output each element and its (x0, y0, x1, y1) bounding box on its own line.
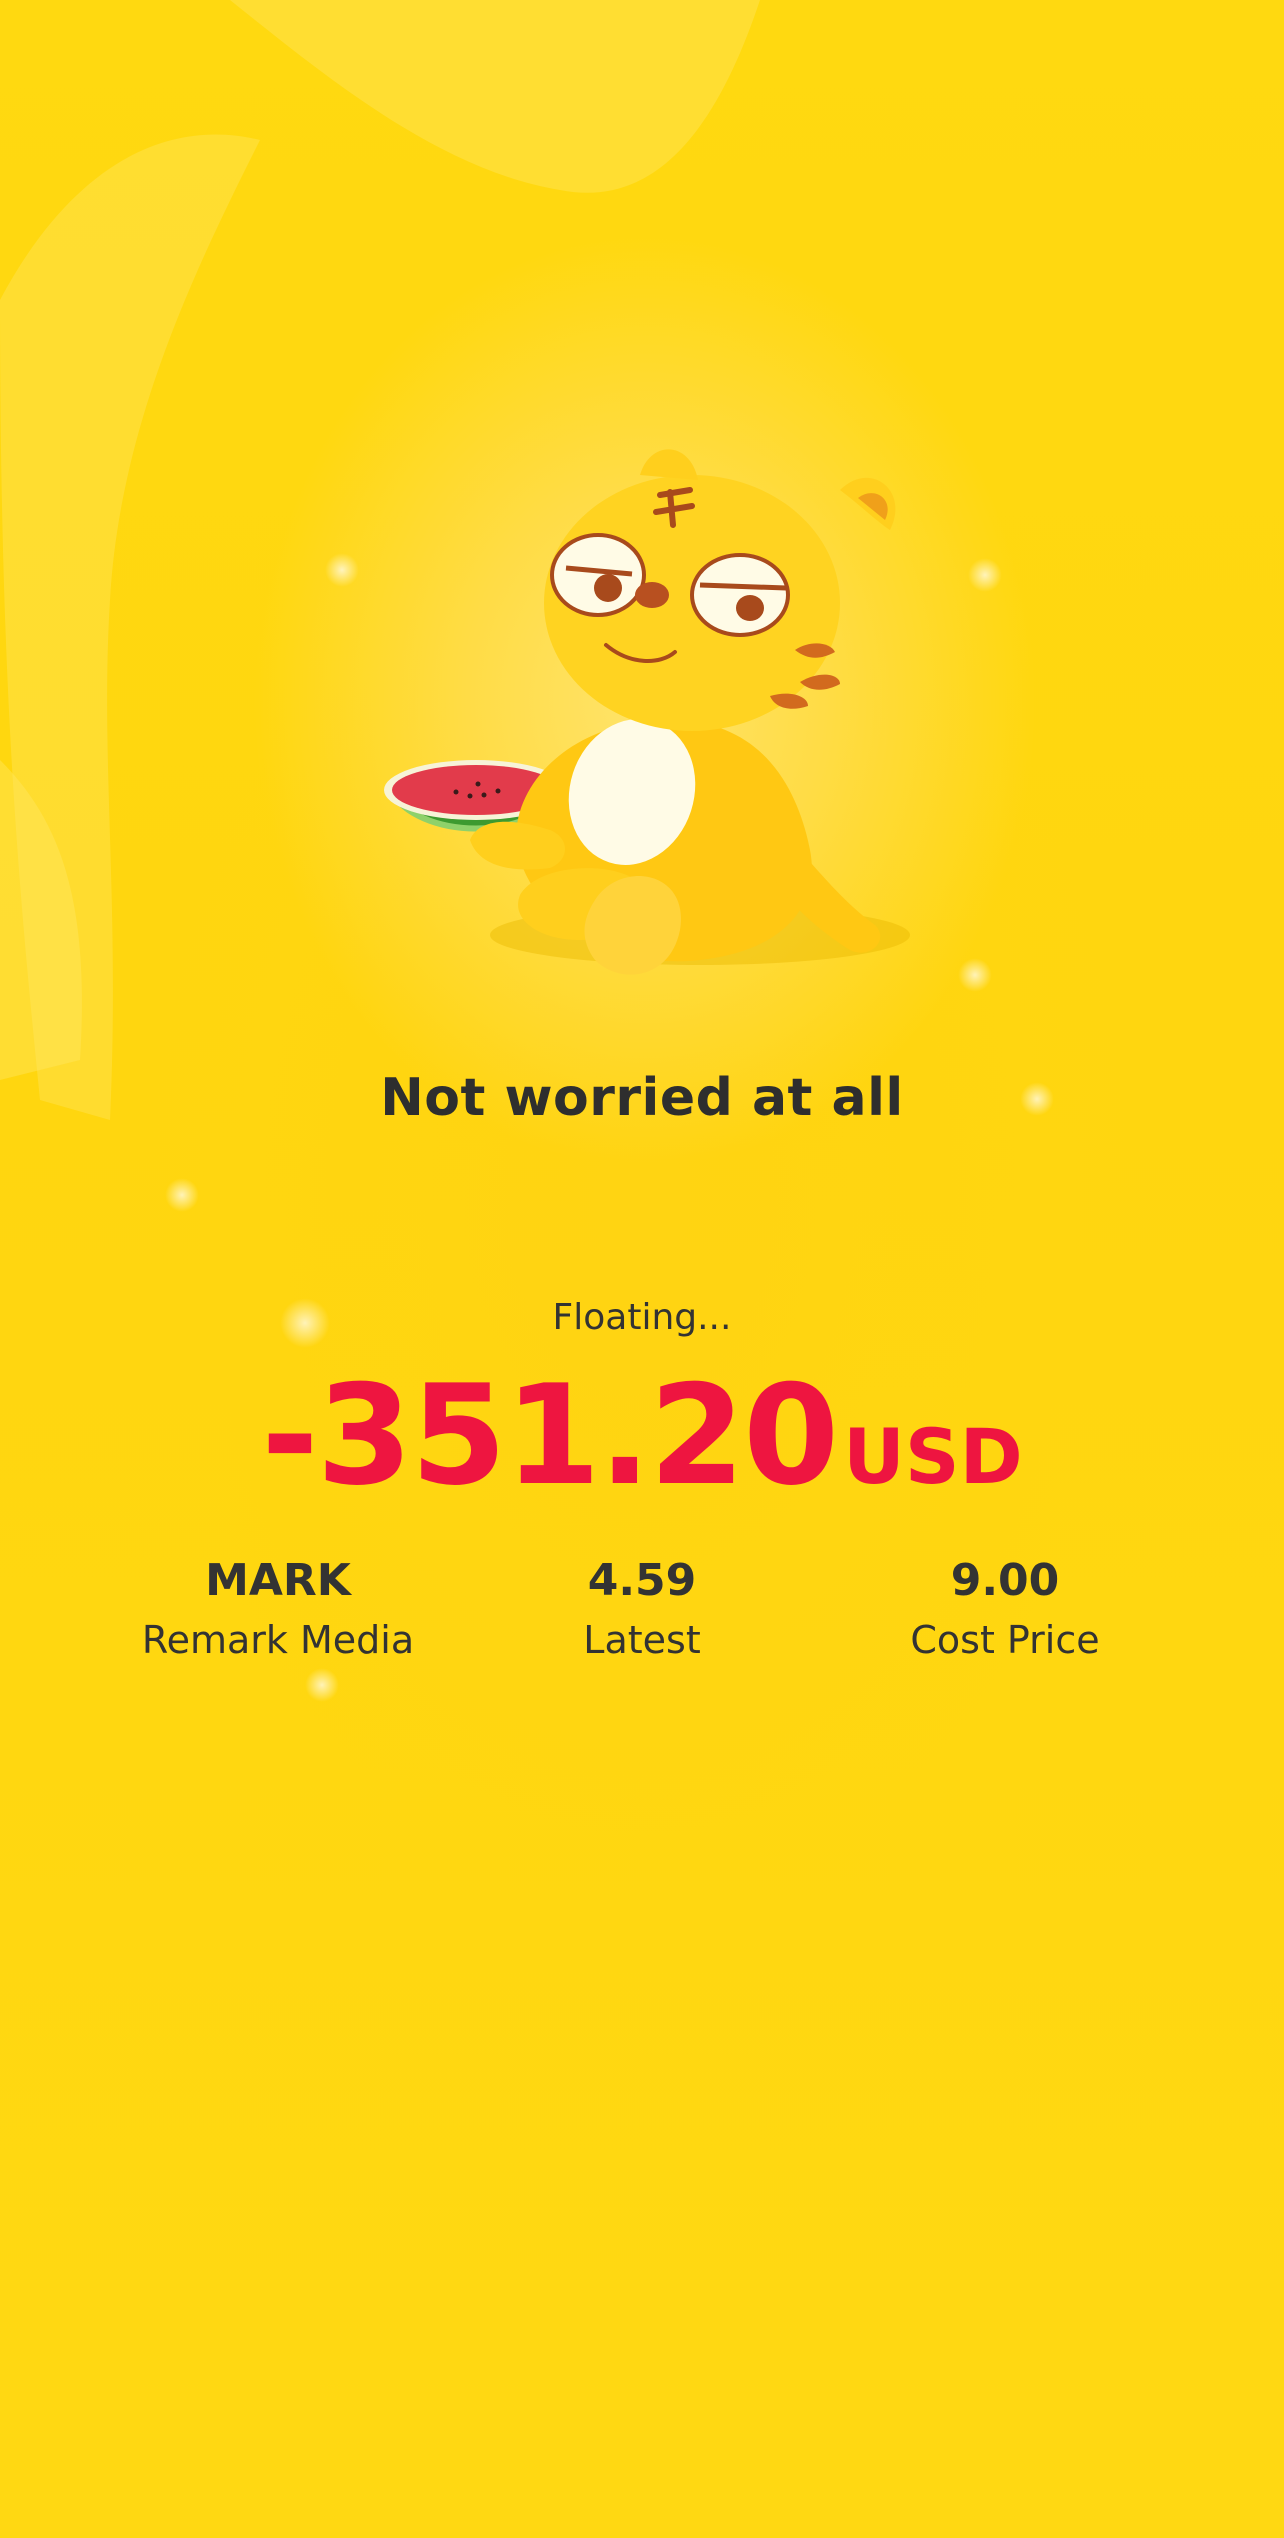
position-stats: MARK Remark Media 4.59 Latest 9.00 Cost … (0, 1550, 1284, 1680)
stat-symbol-label: Remark Media (141, 1618, 415, 1662)
stat-symbol: MARK Remark Media (98, 1550, 458, 1668)
floating-label: Floating... (552, 1297, 732, 1338)
tiger-mascot-icon (384, 449, 910, 975)
stat-symbol-value: MARK (205, 1555, 351, 1606)
mood-text: Not worried at all (380, 1068, 904, 1128)
stat-cost-price-value: 9.00 (950, 1555, 1060, 1606)
sparkle-decoration (958, 958, 992, 992)
floating-amount: -351.20 (261, 1355, 839, 1516)
stat-latest-label: Latest (583, 1618, 701, 1662)
stat-cost-price-label: Cost Price (910, 1618, 1100, 1662)
currency-label: USD (843, 1412, 1023, 1501)
floating-amount-row: -351.20USD (0, 1355, 1284, 1516)
sparkle-decoration (165, 1178, 199, 1212)
sparkle-decoration (968, 558, 1002, 592)
sparkle-decoration (325, 553, 359, 587)
stat-latest: 4.59 Latest (462, 1550, 822, 1668)
stat-cost-price: 9.00 Cost Price (825, 1550, 1185, 1668)
stat-latest-value: 4.59 (587, 1555, 697, 1606)
